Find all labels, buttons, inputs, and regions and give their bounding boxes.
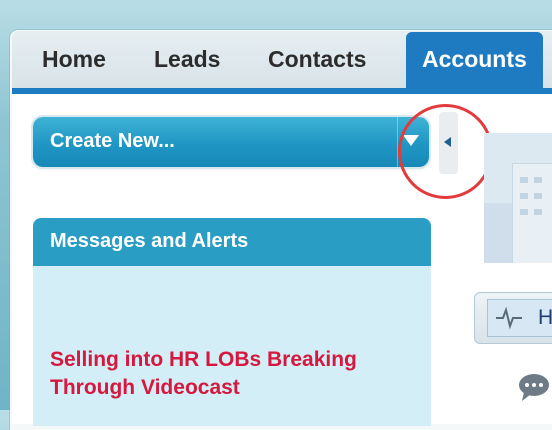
- building-shape: [484, 203, 512, 263]
- create-new-label: Create New...: [50, 130, 175, 152]
- search-button-label: H: [538, 306, 552, 329]
- collapse-left-icon: [444, 137, 451, 147]
- tab-contacts[interactable]: Contacts: [268, 41, 366, 77]
- create-new-divider: [397, 117, 398, 167]
- messages-header: Messages and Alerts: [33, 218, 431, 266]
- sidebar-collapse-handle[interactable]: [439, 112, 458, 174]
- create-new-button[interactable]: Create New...: [33, 117, 429, 167]
- tab-home[interactable]: Home: [42, 41, 106, 77]
- pulse-icon: [496, 306, 522, 330]
- chevron-down-icon[interactable]: [403, 135, 419, 146]
- window-shape: [534, 209, 542, 215]
- messages-link[interactable]: Selling into HR LOBs Breaking Through Vi…: [50, 346, 420, 402]
- window-shape: [520, 209, 528, 215]
- window-shape: [534, 177, 542, 183]
- window-shape: [534, 193, 542, 199]
- messages-title: Messages and Alerts: [50, 230, 249, 252]
- tab-leads[interactable]: Leads: [154, 41, 220, 77]
- search-button[interactable]: H: [474, 292, 552, 344]
- city-image: [484, 133, 552, 263]
- window-shape: [520, 177, 528, 183]
- chat-bubble-icon[interactable]: [516, 372, 552, 402]
- building-shape: [512, 163, 552, 263]
- tab-accounts[interactable]: Accounts: [406, 32, 543, 89]
- search-button-inner: H: [487, 299, 552, 337]
- window-shape: [520, 193, 528, 199]
